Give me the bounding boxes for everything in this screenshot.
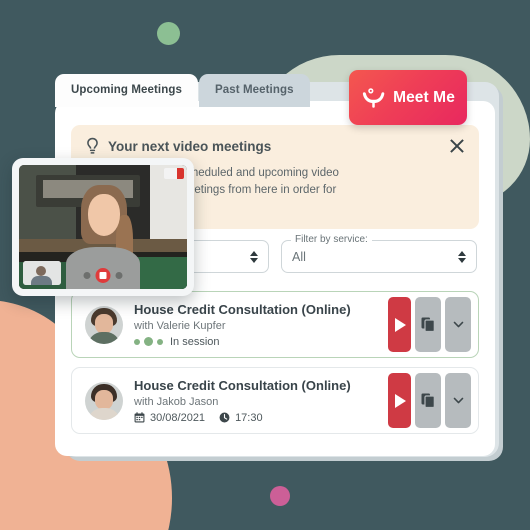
decor-pink-dot — [270, 486, 290, 506]
avatar — [85, 381, 123, 420]
recording-badge — [164, 168, 184, 179]
video-feed — [19, 165, 187, 289]
tab-past-meetings-label: Past Meetings — [214, 84, 294, 96]
call-controls — [83, 268, 123, 283]
end-call-button[interactable] — [95, 268, 111, 283]
decor-green-dot — [157, 22, 180, 45]
meetme-logo-badge[interactable]: Meet Me — [349, 70, 467, 125]
tab-bar: Upcoming Meetings Past Meetings — [55, 74, 310, 107]
tab-upcoming-meetings[interactable]: Upcoming Meetings — [55, 74, 198, 107]
filter-by-service-select[interactable]: Filter by service: All — [281, 234, 477, 273]
camera-toggle-icon[interactable] — [115, 272, 123, 279]
meeting-info: House Credit Consultation (Online) with … — [134, 378, 388, 424]
status-dot — [157, 338, 163, 345]
meeting-participant: with Jakob Jason — [134, 395, 219, 408]
status-dot — [134, 338, 140, 345]
stepper-icon[interactable] — [458, 250, 466, 263]
meeting-actions — [388, 297, 471, 352]
calendar-icon — [134, 412, 145, 423]
copy-link-button[interactable] — [415, 297, 441, 352]
copy-icon — [421, 393, 435, 408]
start-meeting-button[interactable] — [388, 297, 411, 352]
status-label: In session — [170, 335, 220, 348]
meeting-title: House Credit Consultation (Online) — [134, 377, 351, 393]
play-icon — [395, 393, 406, 408]
meeting-list-item[interactable]: House Credit Consultation (Online) with … — [71, 291, 479, 358]
meeting-list-item[interactable]: House Credit Consultation (Online) with … — [71, 367, 479, 434]
meeting-participant: with Valerie Kupfer — [134, 319, 226, 332]
tab-past-meetings[interactable]: Past Meetings — [198, 74, 310, 107]
copy-icon — [421, 317, 435, 332]
more-options-button[interactable] — [445, 297, 471, 352]
play-icon — [395, 317, 406, 332]
meetme-heart-hands-logo-icon — [362, 88, 385, 108]
filter-by-service-value: All — [292, 249, 306, 264]
clock-icon — [219, 412, 230, 423]
avatar — [85, 305, 123, 344]
more-options-button[interactable] — [445, 373, 471, 428]
screenshot-stage: Upcoming Meetings Past Meetings Your nex… — [0, 0, 530, 530]
meeting-info: House Credit Consultation (Online) with … — [134, 302, 388, 348]
mic-toggle-icon[interactable] — [83, 272, 91, 279]
meeting-title: House Credit Consultation (Online) — [134, 301, 351, 317]
copy-link-button[interactable] — [415, 373, 441, 428]
video-call-overlay[interactable] — [12, 158, 194, 296]
status-dot — [144, 337, 153, 346]
status-badge: In session — [134, 336, 388, 348]
chevron-down-icon — [453, 321, 463, 328]
banner-title: Your next video meetings — [108, 138, 272, 154]
meeting-schedule: 30/08/2021 17:30 — [134, 412, 388, 424]
chevron-down-icon — [453, 397, 463, 404]
filter-by-service-legend: Filter by service: — [291, 234, 372, 245]
tab-upcoming-meetings-label: Upcoming Meetings — [71, 84, 182, 96]
meeting-list: House Credit Consultation (Online) with … — [71, 291, 479, 443]
stepper-icon[interactable] — [250, 250, 258, 263]
meeting-actions — [388, 373, 471, 428]
close-icon[interactable] — [449, 138, 465, 154]
lightbulb-icon — [87, 137, 98, 154]
meeting-time: 17:30 — [235, 411, 263, 424]
start-meeting-button[interactable] — [388, 373, 411, 428]
end-call-icon — [99, 272, 107, 279]
banner-header: Your next video meetings — [85, 137, 465, 155]
meetme-logo-text: Meet Me — [393, 88, 455, 106]
meeting-date: 30/08/2021 — [150, 411, 206, 424]
self-view-pip[interactable] — [23, 261, 61, 285]
